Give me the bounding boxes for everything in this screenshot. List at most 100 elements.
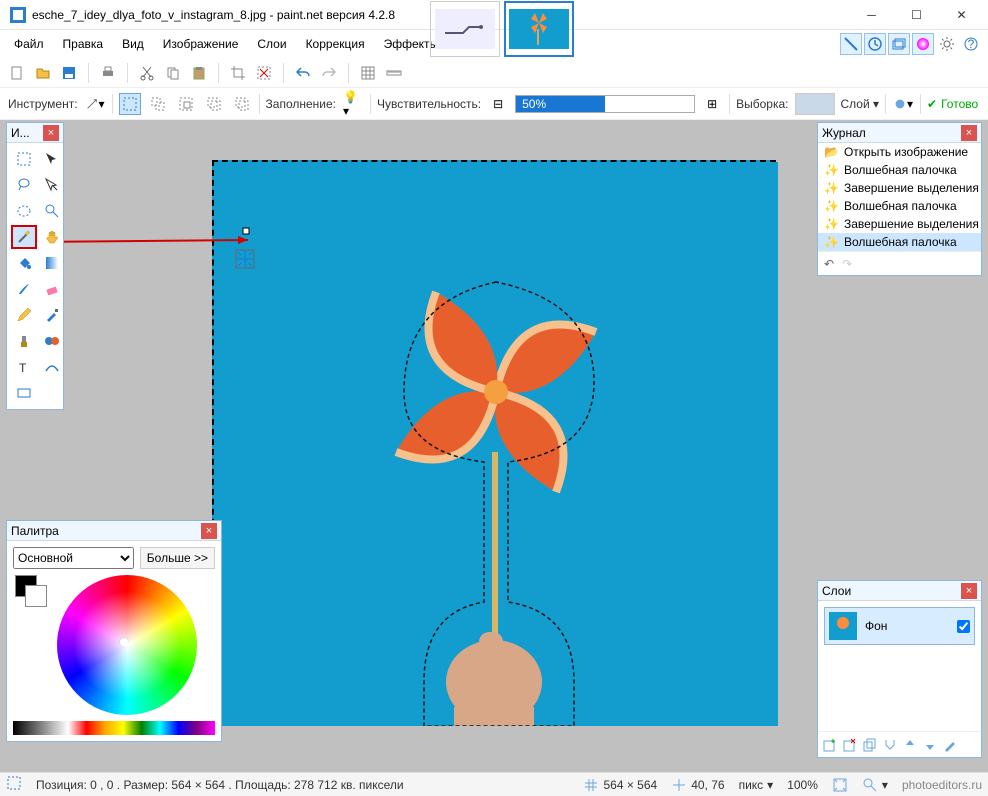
palette-more-button[interactable]: Больше >> <box>140 547 215 569</box>
palette-panel-title[interactable]: Палитра × <box>7 521 221 541</box>
color-wheel[interactable] <box>57 575 197 715</box>
history-row[interactable]: ✨Волшебная палочка <box>818 197 981 215</box>
status-zoom[interactable]: 100% <box>787 778 818 792</box>
layers-panel-close[interactable]: × <box>961 583 977 599</box>
menu-adjustments[interactable]: Коррекция <box>298 33 373 55</box>
tools-panel-close[interactable]: × <box>43 125 59 141</box>
layers-panel-title[interactable]: Слои × <box>818 581 981 601</box>
menu-image[interactable]: Изображение <box>155 33 247 55</box>
help-button[interactable]: ? <box>960 33 982 55</box>
tool-pencil[interactable] <box>11 303 37 327</box>
tool-colorpicker[interactable] <box>39 303 65 327</box>
layer-moveup-icon[interactable] <box>902 737 918 753</box>
tool-fill[interactable] <box>11 251 37 275</box>
tool-pan[interactable] <box>39 225 65 249</box>
tools-panel-title[interactable]: И... × <box>7 123 63 143</box>
tool-gradient[interactable] <box>39 251 65 275</box>
tool-move-pixels[interactable] <box>39 173 65 197</box>
selection-mode-replace[interactable] <box>119 93 141 115</box>
window-close-button[interactable]: ✕ <box>939 1 984 29</box>
layer-merge-icon[interactable] <box>882 737 898 753</box>
tool-text[interactable]: T <box>11 355 37 379</box>
panel-toggle-layers[interactable] <box>888 33 910 55</box>
tolerance-slider[interactable]: 50% <box>515 95 695 113</box>
grid-icon[interactable] <box>359 64 377 82</box>
tool-magic-wand[interactable] <box>11 225 37 249</box>
panel-toggle-history[interactable] <box>864 33 886 55</box>
layer-add-icon[interactable] <box>822 737 838 753</box>
image-thumb-1[interactable] <box>504 1 574 57</box>
layer-visible-checkbox[interactable] <box>957 620 970 633</box>
tool-eraser[interactable] <box>39 277 65 301</box>
tool-line[interactable] <box>39 355 65 379</box>
menu-file[interactable]: Файл <box>6 33 52 55</box>
selection-mode-add[interactable] <box>147 93 169 115</box>
tool-shapes[interactable] <box>11 381 37 405</box>
layer-row[interactable]: Фон <box>824 607 975 645</box>
cut-icon[interactable] <box>138 64 156 82</box>
tool-brush[interactable] <box>11 277 37 301</box>
layer-movedown-icon[interactable] <box>922 737 938 753</box>
menu-view[interactable]: Вид <box>114 33 152 55</box>
menu-layers[interactable]: Слои <box>249 33 294 55</box>
layer-properties-icon[interactable] <box>942 737 958 753</box>
tool-ellipse-select[interactable] <box>11 199 37 223</box>
redo-icon[interactable] <box>320 64 338 82</box>
palette-panel-close[interactable]: × <box>201 523 217 539</box>
tool-zoom[interactable] <box>39 199 65 223</box>
undo-icon[interactable] <box>294 64 312 82</box>
tool-dropdown[interactable]: ▾ <box>84 93 106 115</box>
print-icon[interactable] <box>99 64 117 82</box>
copy-icon[interactable] <box>164 64 182 82</box>
history-row[interactable]: ✨Завершение выделения палочкой <box>818 179 981 197</box>
palette-mode-select[interactable]: Основной <box>13 547 134 569</box>
status-units[interactable]: пикс ▾ <box>739 778 774 792</box>
history-row[interactable]: 📂Открыть изображение <box>818 143 981 161</box>
tolerance-minus[interactable]: ⊟ <box>487 93 509 115</box>
new-file-icon[interactable] <box>8 64 26 82</box>
tool-recolor[interactable] <box>39 329 65 353</box>
crop-icon[interactable] <box>229 64 247 82</box>
history-row[interactable]: ✨Завершение выделения палочкой <box>818 215 981 233</box>
tool-move-selection[interactable] <box>39 147 65 171</box>
save-file-icon[interactable] <box>60 64 78 82</box>
folder-icon: 📂 <box>824 145 839 159</box>
tool-rect-select[interactable] <box>11 147 37 171</box>
history-panel-title[interactable]: Журнал × <box>818 123 981 143</box>
selection-mode-xor[interactable] <box>231 93 253 115</box>
panel-toggle-colors[interactable] <box>912 33 934 55</box>
layer-duplicate-icon[interactable] <box>862 737 878 753</box>
secondary-color-swatch[interactable] <box>25 585 47 607</box>
antialias-toggle[interactable]: ▾ <box>892 93 914 115</box>
image-thumb-0[interactable] <box>430 1 500 57</box>
paste-icon[interactable] <box>190 64 208 82</box>
fit-screen-icon[interactable] <box>832 777 848 793</box>
window-minimize-button[interactable]: ─ <box>849 1 894 29</box>
panel-toggle-tools[interactable] <box>840 33 862 55</box>
history-panel-close[interactable]: × <box>961 125 977 141</box>
deselect-icon[interactable] <box>255 64 273 82</box>
tolerance-plus[interactable]: ⊞ <box>701 93 723 115</box>
fill-mode-dropdown[interactable]: 💡▾ <box>342 93 364 115</box>
tool-lasso[interactable] <box>11 173 37 197</box>
redo-icon[interactable]: ↷ <box>842 257 852 271</box>
color-wheel-cursor[interactable] <box>119 637 129 647</box>
ruler-icon[interactable] <box>385 64 403 82</box>
history-row[interactable]: ✨Волшебная палочка <box>818 161 981 179</box>
settings-button[interactable] <box>936 33 958 55</box>
color-swatches[interactable] <box>15 575 49 609</box>
palette-strip[interactable] <box>13 721 215 735</box>
layer-delete-icon[interactable] <box>842 737 858 753</box>
selection-mode-subtract[interactable] <box>175 93 197 115</box>
menu-edit[interactable]: Правка <box>55 33 112 55</box>
ready-button[interactable]: ✔ Готово <box>927 97 978 111</box>
history-row[interactable]: ✨Волшебная палочка <box>818 233 981 251</box>
undo-icon[interactable]: ↶ <box>824 257 834 271</box>
selection-mode-intersect[interactable] <box>203 93 225 115</box>
open-file-icon[interactable] <box>34 64 52 82</box>
sampling-mode[interactable]: Слой ▾ <box>841 97 880 111</box>
tool-clone[interactable] <box>11 329 37 353</box>
canvas[interactable] <box>212 160 776 724</box>
zoom-icon[interactable]: ▾ <box>862 777 888 793</box>
window-maximize-button[interactable]: ☐ <box>894 1 939 29</box>
